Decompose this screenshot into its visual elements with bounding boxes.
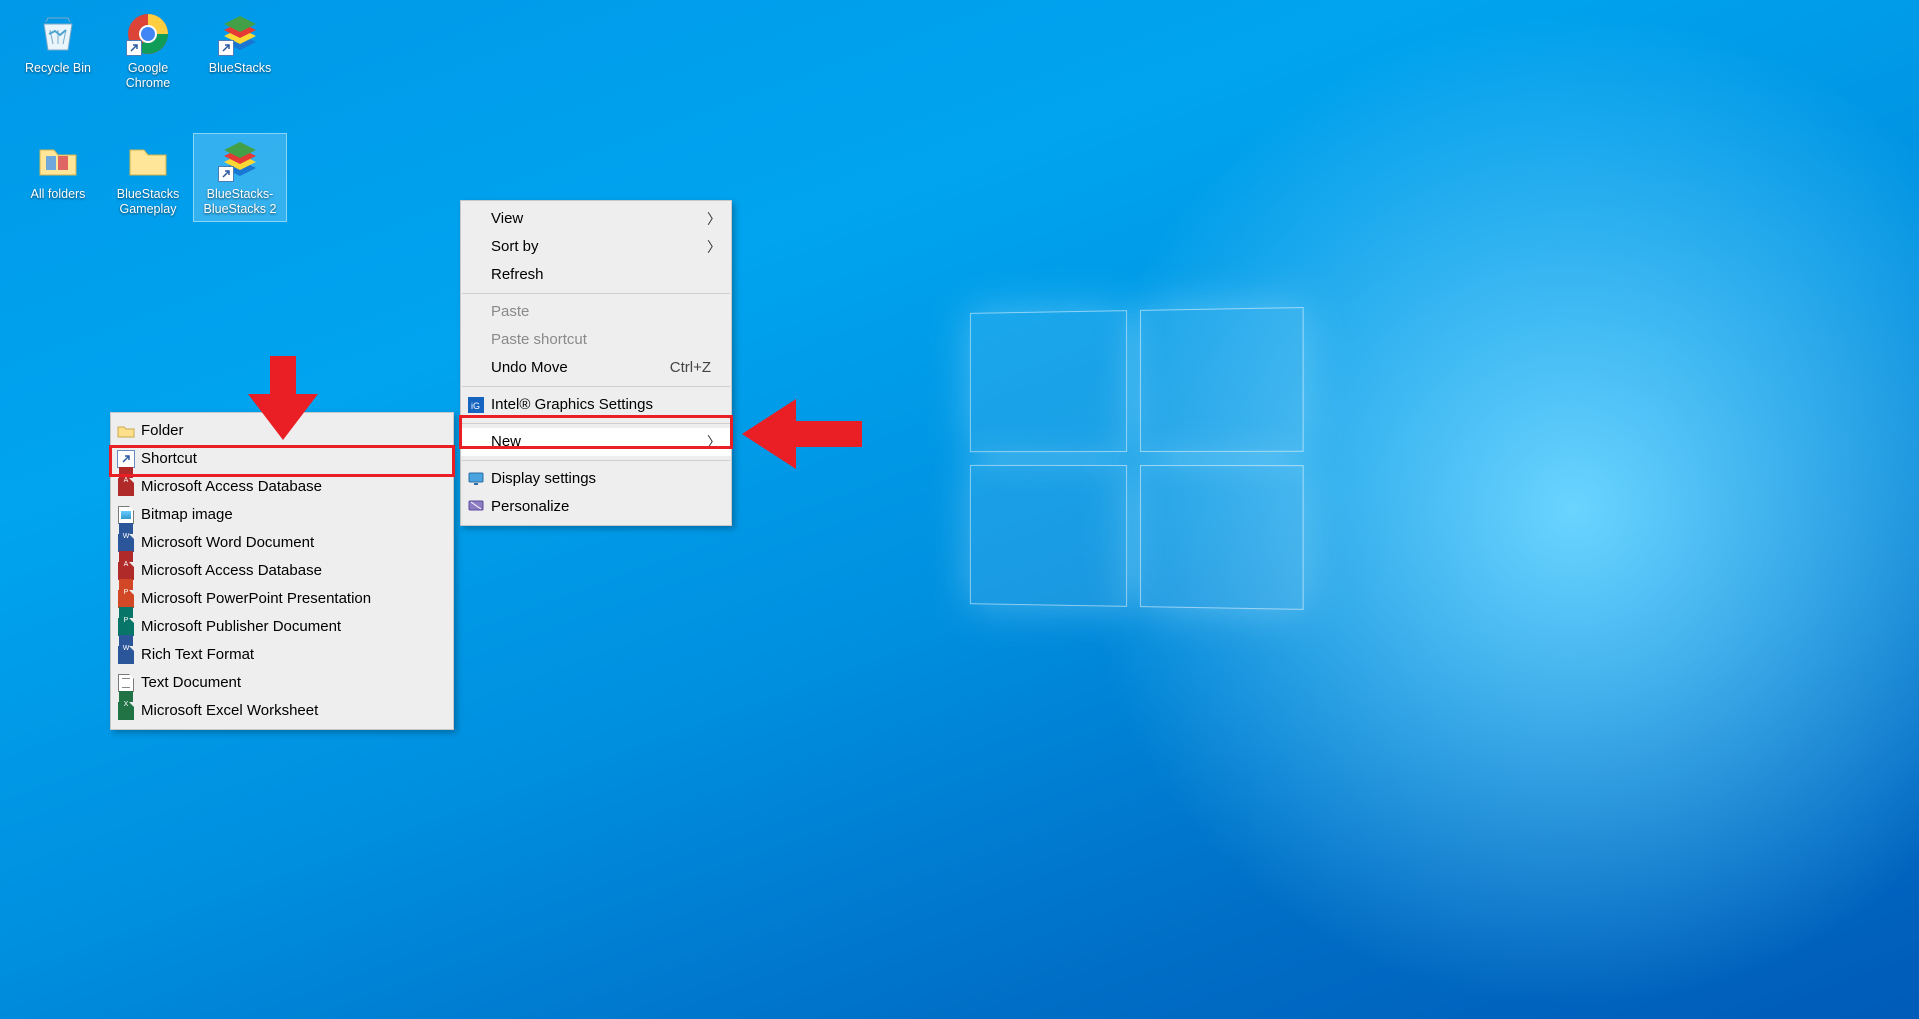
powerpoint-file-icon: P (117, 590, 135, 608)
ctx-item-label: Bitmap image (141, 506, 233, 523)
windows-logo (970, 307, 1307, 613)
bluestacks-icon (216, 10, 264, 58)
desktop-icon-label: Google Chrome (106, 61, 190, 95)
desktop-icon-bluestacks-2[interactable]: BlueStacks-BlueStacks 2 (194, 134, 286, 221)
menu-separator (462, 460, 730, 461)
ctx-item-label: Personalize (491, 498, 569, 515)
ctx-item-label: Text Document (141, 674, 241, 691)
shortcut-arrow-icon (126, 40, 142, 56)
ctx-item-label: Microsoft Access Database (141, 562, 322, 579)
personalize-icon (467, 498, 485, 516)
ctx-item-label: Paste shortcut (491, 331, 587, 348)
svg-text:iG: iG (471, 401, 480, 411)
ctx-item-label: Folder (141, 422, 184, 439)
menu-separator (462, 386, 730, 387)
desktop-icon-label: BlueStacks (198, 61, 282, 80)
ctx-item-display-settings[interactable]: Display settings (461, 465, 731, 493)
ctx-item-paste: Paste (461, 298, 731, 326)
folder-icon (117, 422, 135, 440)
desktop-icon-label: Recycle Bin (16, 61, 100, 80)
ctx-item-label: Display settings (491, 470, 596, 487)
ctx-item-label: Microsoft Access Database (141, 478, 322, 495)
shortcut-icon (117, 450, 135, 468)
ctx-item-new[interactable]: New 〉 (461, 428, 731, 456)
ctx-item-label: Rich Text Format (141, 646, 254, 663)
ctx-item-paste-shortcut: Paste shortcut (461, 326, 731, 354)
desktop-icon-bluestacks[interactable]: BlueStacks (198, 8, 282, 80)
ctx-item-accel: Ctrl+Z (670, 354, 711, 382)
menu-separator (462, 423, 730, 424)
new-item-access-db-2[interactable]: A Microsoft Access Database (111, 557, 453, 585)
ctx-item-undo-move[interactable]: Undo Move Ctrl+Z (461, 354, 731, 382)
text-file-icon (117, 674, 135, 692)
menu-separator (462, 293, 730, 294)
ctx-item-label: Undo Move (491, 359, 568, 376)
desktop-icon-google-chrome[interactable]: Google Chrome (106, 8, 190, 95)
new-item-bitmap[interactable]: Bitmap image (111, 501, 453, 529)
word-file-icon: W (117, 534, 135, 552)
new-item-word[interactable]: W Microsoft Word Document (111, 529, 453, 557)
new-item-shortcut[interactable]: Shortcut (111, 445, 453, 473)
folder-icon (124, 136, 172, 184)
display-settings-icon (467, 470, 485, 488)
new-item-text[interactable]: Text Document (111, 669, 453, 697)
publisher-file-icon: P (117, 618, 135, 636)
chevron-right-icon: 〉 (707, 205, 721, 233)
annotation-arrow-left-icon (742, 399, 862, 469)
desktop-icon-bluestacks-gameplay[interactable]: BlueStacks Gameplay (106, 134, 190, 221)
ctx-item-label: Microsoft Excel Worksheet (141, 702, 318, 719)
desktop-icon-label: All folders (16, 187, 100, 206)
ctx-item-label: Refresh (491, 266, 544, 283)
bluestacks-icon (216, 136, 264, 184)
recycle-bin-icon (34, 10, 82, 58)
ctx-item-label: New (491, 433, 521, 450)
ctx-item-label: Microsoft PowerPoint Presentation (141, 590, 371, 607)
new-item-excel[interactable]: X Microsoft Excel Worksheet (111, 697, 453, 725)
ctx-item-view[interactable]: View 〉 (461, 205, 731, 233)
desktop-icon-recycle-bin[interactable]: Recycle Bin (16, 8, 100, 80)
new-item-powerpoint[interactable]: P Microsoft PowerPoint Presentation (111, 585, 453, 613)
new-item-rtf[interactable]: W Rich Text Format (111, 641, 453, 669)
ctx-item-label: Paste (491, 303, 529, 320)
rtf-file-icon: W (117, 646, 135, 664)
ctx-item-label: Intel® Graphics Settings (491, 396, 653, 413)
chevron-right-icon: 〉 (707, 233, 721, 261)
bitmap-file-icon (117, 506, 135, 524)
ctx-item-intel-graphics[interactable]: iG Intel® Graphics Settings (461, 391, 731, 419)
chevron-right-icon: 〉 (707, 428, 721, 456)
chrome-icon (124, 10, 172, 58)
excel-file-icon: X (117, 702, 135, 720)
access-file-icon: A (117, 478, 135, 496)
ctx-item-label: Microsoft Publisher Document (141, 618, 341, 635)
ctx-item-label: Shortcut (141, 450, 197, 467)
intel-icon: iG (467, 396, 485, 414)
ctx-item-label: Microsoft Word Document (141, 534, 314, 551)
ctx-item-label: Sort by (491, 238, 539, 255)
context-menu-new: Folder Shortcut A Microsoft Access Datab… (110, 412, 454, 730)
context-menu-desktop: View 〉 Sort by 〉 Refresh Paste Paste sho… (460, 200, 732, 526)
new-item-publisher[interactable]: P Microsoft Publisher Document (111, 613, 453, 641)
access-file-icon: A (117, 562, 135, 580)
ctx-item-label: View (491, 210, 523, 227)
desktop-icon-all-folders[interactable]: All folders (16, 134, 100, 206)
shortcut-arrow-icon (218, 166, 234, 182)
shortcut-arrow-icon (218, 40, 234, 56)
ctx-item-personalize[interactable]: Personalize (461, 493, 731, 521)
desktop[interactable]: Recycle Bin Google Chrome (0, 0, 1919, 1019)
new-item-access-db[interactable]: A Microsoft Access Database (111, 473, 453, 501)
ctx-item-sort-by[interactable]: Sort by 〉 (461, 233, 731, 261)
new-item-folder[interactable]: Folder (111, 417, 453, 445)
desktop-icon-label: BlueStacks-BlueStacks 2 (194, 187, 286, 221)
ctx-item-refresh[interactable]: Refresh (461, 261, 731, 289)
desktop-icon-label: BlueStacks Gameplay (106, 187, 190, 221)
folder-icon (34, 136, 82, 184)
